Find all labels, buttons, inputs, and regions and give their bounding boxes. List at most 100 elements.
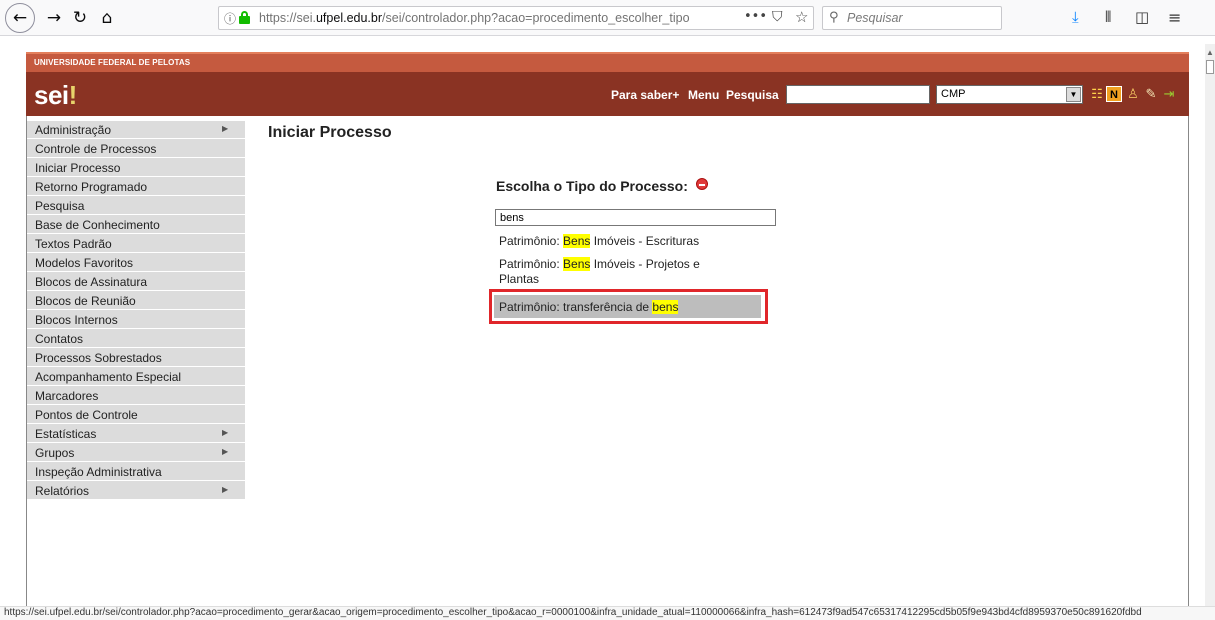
sidebar-item-blocos-reuniao[interactable]: Blocos de Reunião [27, 292, 245, 310]
url-text[interactable]: https://sei.ufpel.edu.br/sei/controlador… [259, 11, 689, 25]
sidebar-item-label: Estatísticas [35, 427, 97, 441]
sidebar-item-label: Retorno Programado [35, 180, 148, 194]
sidebar-item-estatisticas[interactable]: Estatísticas ▶ [27, 425, 245, 443]
back-arrow-icon[interactable]: ← [5, 3, 35, 33]
sidebar-item-label: Controle de Processos [35, 142, 157, 156]
section-title: Escolha o Tipo do Processo: [496, 178, 688, 194]
sidebar-item-blocos-internos[interactable]: Blocos Internos [27, 311, 245, 329]
sidebar-item-relatorios[interactable]: Relatórios ▶ [27, 482, 245, 500]
option-suffix: Imóveis - Escrituras [590, 234, 700, 248]
sidebar-item-blocos-assinatura[interactable]: Blocos de Assinatura [27, 273, 245, 291]
page-scrollbar[interactable]: ▲ [1205, 44, 1215, 606]
sei-header: sei! Para saber+ Menu Pesquisa CMP ▼ ☷ N… [26, 72, 1189, 116]
sidebar-item-textos-padrao[interactable]: Textos Padrão [27, 235, 245, 253]
hamburger-menu-icon[interactable]: ≡ [1168, 8, 1181, 27]
search-icon: ⚲ [829, 10, 839, 25]
download-icon[interactable]: ⤓ [1072, 8, 1079, 26]
sidebar-item-contatos[interactable]: Contatos [27, 330, 245, 348]
sidebar-item-label: Modelos Favoritos [35, 256, 134, 270]
home-icon[interactable]: ⌂ [93, 4, 121, 32]
para-saber-link[interactable]: Para saber+ [611, 88, 679, 102]
scrollbar-thumb[interactable] [1206, 60, 1214, 74]
quick-search-input[interactable] [786, 85, 930, 104]
menu-link[interactable]: Menu [688, 88, 719, 102]
option-prefix: Patrimônio: [499, 234, 564, 248]
sidebar-item-label: Blocos de Reunião [35, 294, 136, 308]
university-banner: UNIVERSIDADE FEDERAL DE PELOTAS [26, 52, 1189, 72]
sidebar-item-marcadores[interactable]: Marcadores [27, 387, 245, 405]
sidebar-item-label: Administração [35, 123, 112, 137]
process-type-option[interactable]: Patrimônio: Bens Imóveis - Projetos e Pla… [499, 257, 700, 287]
forward-arrow-icon[interactable]: → [40, 4, 68, 32]
submenu-arrow-icon: ▶ [222, 485, 229, 494]
submenu-arrow-icon: ▶ [222, 447, 229, 456]
unit-select[interactable]: CMP ▼ [936, 85, 1083, 104]
sidebar-item-iniciar-processo[interactable]: Iniciar Processo [27, 159, 245, 177]
option-match-highlight: Bens [563, 234, 591, 248]
search-placeholder: Pesquisar [847, 11, 903, 25]
sidebar-item-pesquisa[interactable]: Pesquisa [27, 197, 245, 215]
annotation-highlight-box [489, 289, 768, 324]
process-type-filter-input[interactable] [495, 209, 776, 226]
remove-icon[interactable] [696, 178, 708, 190]
sidebar-item-label: Contatos [35, 332, 84, 346]
sidebar-menu: Administração ▶ Controle de Processos Ini… [27, 121, 245, 500]
submenu-arrow-icon: ▶ [222, 428, 229, 437]
sidebar-toggle-icon[interactable]: ◫ [1135, 8, 1149, 26]
sidebar-item-processos-sobrestados[interactable]: Processos Sobrestados [27, 349, 245, 367]
option-line2: Plantas [499, 272, 540, 286]
sidebar-item-label: Pesquisa [35, 199, 85, 213]
sidebar-item-label: Textos Padrão [35, 237, 112, 251]
sidebar-item-label: Blocos de Assinatura [35, 275, 148, 289]
page-title: Iniciar Processo [268, 124, 392, 141]
pocket-icon[interactable]: ⛉ [772, 9, 783, 25]
sidebar-item-base-conhecimento[interactable]: Base de Conhecimento [27, 216, 245, 234]
sidebar-item-administracao[interactable]: Administração ▶ [27, 121, 245, 139]
browser-search-input[interactable]: ⚲ Pesquisar [822, 6, 1002, 30]
sidebar-item-acompanhamento-especial[interactable]: Acompanhamento Especial [27, 368, 245, 386]
info-icon[interactable]: ⓘ [224, 10, 236, 27]
university-name: UNIVERSIDADE FEDERAL DE PELOTAS [34, 58, 191, 67]
option-match-highlight: Bens [563, 257, 591, 271]
unit-select-value: CMP [941, 88, 966, 100]
process-type-option[interactable]: Patrimônio: Bens Imóveis - Escrituras [499, 234, 699, 248]
library-icon[interactable]: ⫴ [1105, 8, 1111, 26]
sidebar-item-modelos-favoritos[interactable]: Modelos Favoritos [27, 254, 245, 272]
sidebar-item-grupos[interactable]: Grupos ▶ [27, 444, 245, 462]
sei-logo[interactable]: sei! [34, 80, 77, 111]
sidebar-item-label: Blocos Internos [35, 313, 118, 327]
sidebar-item-inspecao-administrativa[interactable]: Inspeção Administrativa [27, 463, 245, 481]
option-suffix: Imóveis - Projetos e [590, 257, 700, 271]
sidebar-item-retorno-programado[interactable]: Retorno Programado [27, 178, 245, 196]
pesquisa-link[interactable]: Pesquisa [726, 88, 779, 102]
reload-icon[interactable]: ↻ [66, 4, 94, 32]
control-list-icon[interactable]: ☷ [1089, 86, 1105, 102]
sidebar-item-label: Pontos de Controle [35, 408, 138, 422]
sidebar-item-label: Relatórios [35, 484, 90, 498]
frame-right-edge [1188, 116, 1189, 606]
page-actions-icon[interactable]: ••• [744, 9, 767, 24]
sidebar-item-label: Inspeção Administrativa [35, 465, 162, 479]
exit-icon[interactable]: ⇥ [1161, 86, 1177, 102]
status-bar: https://sei.ufpel.edu.br/sei/controlador… [0, 606, 1215, 620]
option-prefix: Patrimônio: [499, 257, 564, 271]
status-url: https://sei.ufpel.edu.br/sei/controlador… [4, 607, 1142, 618]
sidebar-item-controle-processos[interactable]: Controle de Processos [27, 140, 245, 158]
scroll-up-icon[interactable]: ▲ [1206, 48, 1214, 57]
chevron-down-icon[interactable]: ▼ [1066, 87, 1081, 102]
sidebar-item-pontos-controle[interactable]: Pontos de Controle [27, 406, 245, 424]
browser-toolbar: ← → ↻ ⌂ ⓘ https://sei.ufpel.edu.br/sei/c… [0, 0, 1215, 36]
submenu-arrow-icon: ▶ [222, 124, 229, 133]
sidebar-item-label: Acompanhamento Especial [35, 370, 182, 384]
url-bar[interactable]: ⓘ https://sei.ufpel.edu.br/sei/controlad… [218, 6, 814, 30]
sidebar-item-label: Iniciar Processo [35, 161, 121, 175]
sidebar-item-label: Grupos [35, 446, 75, 460]
user-icon[interactable]: ♙ [1125, 86, 1141, 102]
news-icon[interactable]: N [1106, 86, 1122, 102]
sidebar-item-label: Processos Sobrestados [35, 351, 162, 365]
sidebar-item-label: Marcadores [35, 389, 99, 403]
sidebar-item-label: Base de Conhecimento [35, 218, 160, 232]
bookmark-star-icon[interactable]: ☆ [795, 8, 808, 26]
lock-icon[interactable] [239, 11, 250, 24]
tools-icon[interactable]: ✎ [1143, 86, 1159, 102]
